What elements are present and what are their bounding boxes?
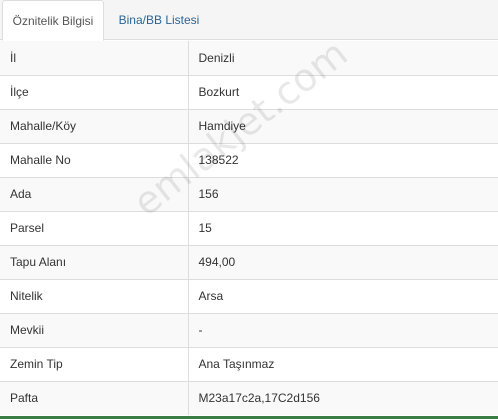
attribute-value: Hamdiye — [188, 108, 498, 143]
table-row: Mahalle/Köy Hamdiye — [0, 108, 498, 143]
attribute-table: İl Denizli İlçe Bozkurt Mahalle/Köy Hamd… — [0, 41, 498, 415]
parcel-info-panel: Öznitelik Bilgisi Bina/BB Listesi İl Den… — [0, 0, 498, 419]
table-row: Mevkii - — [0, 312, 498, 347]
attribute-key: İlçe — [0, 74, 189, 109]
attribute-key: Nitelik — [0, 278, 189, 313]
attribute-key: Zemin Tip — [0, 346, 189, 381]
table-row: Mahalle No 138522 — [0, 142, 498, 177]
attribute-key: Parsel — [0, 210, 189, 245]
table-row: Tapu Alanı 494,00 — [0, 244, 498, 279]
table-row: Pafta M23a17c2a,17C2d156 — [0, 380, 498, 415]
attribute-value: 494,00 — [188, 244, 498, 279]
attribute-value: - — [188, 312, 498, 347]
attribute-key: Mahalle/Köy — [0, 108, 189, 143]
attribute-key: Ada — [0, 176, 189, 211]
attribute-value: Arsa — [188, 278, 498, 313]
table-row: İl Denizli — [0, 41, 498, 75]
tab-building-list[interactable]: Bina/BB Listesi — [110, 0, 208, 41]
tab-attribute-info[interactable]: Öznitelik Bilgisi — [2, 0, 104, 41]
table-row: Ada 156 — [0, 176, 498, 211]
tab-bar: Öznitelik Bilgisi Bina/BB Listesi — [0, 0, 498, 41]
attribute-value: 156 — [188, 176, 498, 211]
attribute-value: Denizli — [198, 50, 235, 65]
attribute-key: Mevkii — [0, 312, 189, 347]
attribute-key: Tapu Alanı — [0, 244, 189, 279]
attribute-key: İl — [0, 41, 189, 75]
table-row: Zemin Tip Ana Taşınmaz — [0, 346, 498, 381]
attribute-value: Ana Taşınmaz — [188, 346, 498, 381]
table-row: Nitelik Arsa — [0, 278, 498, 313]
attribute-key: Mahalle No — [0, 142, 189, 177]
attribute-value: Bozkurt — [188, 74, 498, 109]
attribute-key: Pafta — [0, 380, 189, 415]
table-row: Parsel 15 — [0, 210, 498, 245]
attribute-value: M23a17c2a,17C2d156 — [188, 380, 498, 415]
attribute-value: 138522 — [188, 142, 498, 177]
attribute-value: 15 — [188, 210, 498, 245]
table-row: İlçe Bozkurt — [0, 74, 498, 109]
